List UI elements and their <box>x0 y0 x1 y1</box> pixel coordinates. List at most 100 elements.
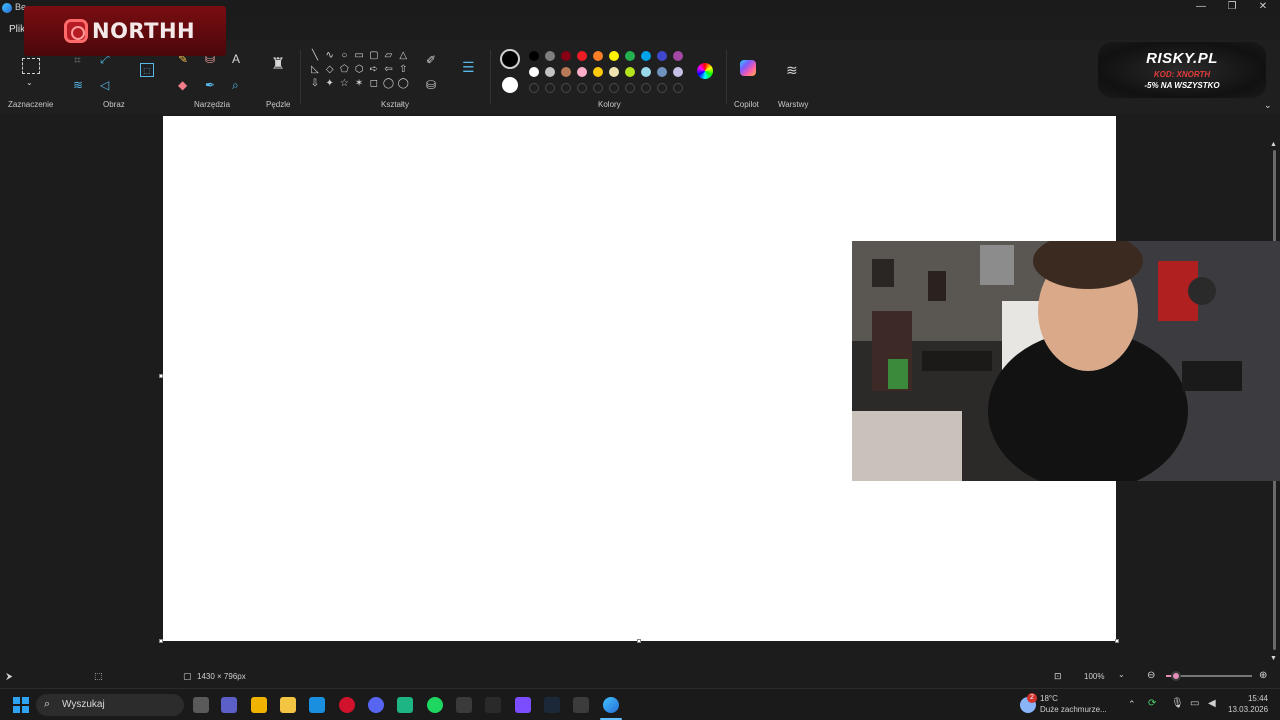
shape-option[interactable]: ∿ <box>324 50 336 61</box>
magnifier-icon[interactable]: ⌕ <box>232 78 239 92</box>
mail-icon[interactable] <box>309 697 325 713</box>
zoom-in-icon[interactable]: ⊕ <box>1259 669 1267 683</box>
discord-icon[interactable] <box>368 697 384 713</box>
background-removal-icon[interactable]: ≋ <box>73 78 83 92</box>
image-select-icon[interactable]: ⬚ <box>140 63 154 77</box>
chevron-down-icon[interactable]: ⌄ <box>26 76 33 90</box>
spotify-icon[interactable] <box>427 697 443 713</box>
palette-color-swatch[interactable] <box>673 51 683 61</box>
custom-color-slot[interactable] <box>545 83 555 93</box>
eraser-icon[interactable]: ◆ <box>178 78 187 92</box>
secondary-color-swatch[interactable] <box>502 77 518 93</box>
shape-option[interactable]: ▭ <box>353 50 365 61</box>
microsoft-store-icon[interactable] <box>251 697 267 713</box>
zoom-slider-track[interactable] <box>1166 671 1252 681</box>
shape-option[interactable]: ◯ <box>383 78 395 89</box>
shape-option[interactable]: ⇦ <box>383 64 395 75</box>
minimize-button[interactable]: — <box>1186 0 1216 16</box>
steam-icon[interactable] <box>544 697 560 713</box>
clock-time[interactable]: 15:44 <box>1246 694 1268 703</box>
custom-color-slot[interactable] <box>657 83 667 93</box>
windows-start-icon[interactable] <box>13 697 29 713</box>
color-picker-icon[interactable]: ✒ <box>205 78 215 92</box>
palette-color-swatch[interactable] <box>545 67 555 77</box>
shape-fill-icon[interactable]: ⛁ <box>426 78 436 92</box>
primary-color-swatch[interactable] <box>500 49 520 69</box>
teams-icon[interactable] <box>221 697 237 713</box>
file-menu[interactable]: Plik <box>9 24 25 35</box>
shape-option[interactable]: ◻ <box>368 78 380 89</box>
maximize-button[interactable]: ❐ <box>1217 0 1247 16</box>
canvas-resize-handle-bottom-left[interactable] <box>159 639 163 643</box>
shape-option[interactable]: ⬠ <box>338 64 350 75</box>
task-view-icon[interactable] <box>193 697 209 713</box>
copilot-icon[interactable] <box>740 60 756 76</box>
shape-option[interactable]: ▱ <box>383 50 395 61</box>
palette-color-swatch[interactable] <box>561 51 571 61</box>
palette-color-swatch[interactable] <box>641 51 651 61</box>
palette-color-swatch[interactable] <box>577 67 587 77</box>
zoom-slider-thumb[interactable] <box>1171 671 1182 681</box>
palette-color-swatch[interactable] <box>657 51 667 61</box>
edit-colors-icon[interactable] <box>697 63 713 79</box>
app-g-icon[interactable] <box>485 697 501 713</box>
palette-color-swatch[interactable] <box>577 51 587 61</box>
canvas-resize-handle-bottom[interactable] <box>637 639 641 643</box>
fit-to-window-icon[interactable]: ⊡ <box>1054 669 1062 683</box>
scroll-up-icon[interactable]: ▲ <box>1270 138 1277 152</box>
tray-overflow-icon[interactable]: ⌃ <box>1128 699 1136 710</box>
opera-icon[interactable] <box>339 697 355 713</box>
shape-option[interactable]: ⬡ <box>353 64 365 75</box>
shape-option[interactable]: ☆ <box>338 78 350 89</box>
palette-color-swatch[interactable] <box>529 67 539 77</box>
tray-sync-icon[interactable]: ⟳ <box>1148 698 1156 709</box>
palette-color-swatch[interactable] <box>561 67 571 77</box>
shape-option[interactable]: △ <box>397 50 409 61</box>
palette-color-swatch[interactable] <box>593 67 603 77</box>
brush-icon[interactable]: ♜ <box>271 57 285 73</box>
shape-option[interactable]: ◇ <box>324 64 336 75</box>
text-tool-icon[interactable]: A <box>232 52 240 66</box>
shape-option[interactable]: ◺ <box>309 64 321 75</box>
shape-option[interactable]: ⇧ <box>397 64 409 75</box>
shape-option[interactable]: ▢ <box>368 50 380 61</box>
custom-color-slot[interactable] <box>577 83 587 93</box>
custom-color-slot[interactable] <box>593 83 603 93</box>
shape-option[interactable]: ◯ <box>397 78 409 89</box>
taskbar-search[interactable]: ⌕ Wyszukaj <box>36 694 184 716</box>
shape-option[interactable]: ✦ <box>324 78 336 89</box>
display-icon[interactable]: ▭ <box>1190 698 1199 709</box>
palette-color-swatch[interactable] <box>657 67 667 77</box>
selection-rect-icon[interactable] <box>22 58 40 74</box>
close-button[interactable]: ✕ <box>1248 0 1278 16</box>
custom-color-slot[interactable] <box>625 83 635 93</box>
app-pen-icon[interactable] <box>573 697 589 713</box>
app-green-icon[interactable] <box>397 697 413 713</box>
palette-color-swatch[interactable] <box>641 67 651 77</box>
shape-option[interactable]: ➪ <box>368 64 380 75</box>
palette-color-swatch[interactable] <box>593 51 603 61</box>
palette-color-swatch[interactable] <box>609 51 619 61</box>
palette-color-swatch[interactable] <box>529 51 539 61</box>
speaker-icon[interactable]: ◀ <box>1208 698 1216 709</box>
zoom-out-icon[interactable]: ⊖ <box>1147 669 1155 683</box>
app-purple-icon[interactable] <box>515 697 531 713</box>
palette-color-swatch[interactable] <box>609 67 619 77</box>
shape-outline-icon[interactable]: ✐ <box>426 53 436 67</box>
shape-option[interactable]: ○ <box>338 50 350 61</box>
scroll-down-icon[interactable]: ▼ <box>1270 652 1277 666</box>
rotate-icon[interactable]: ◁ <box>100 78 109 92</box>
palette-color-swatch[interactable] <box>625 51 635 61</box>
microphone-icon[interactable]: 🎙 <box>1171 698 1184 709</box>
paint-taskbar-icon[interactable] <box>603 697 619 713</box>
canvas-resize-handle-left[interactable] <box>159 374 163 378</box>
custom-color-slot[interactable] <box>561 83 571 93</box>
shape-option[interactable]: ✶ <box>353 78 365 89</box>
file-explorer-icon[interactable] <box>280 697 296 713</box>
clock-date[interactable]: 13.03.2026 <box>1228 705 1268 714</box>
palette-color-swatch[interactable] <box>673 67 683 77</box>
palette-color-swatch[interactable] <box>545 51 555 61</box>
ribbon-collapse-icon[interactable]: ⌄ <box>1264 98 1272 112</box>
canvas-resize-handle-corner[interactable] <box>1115 639 1119 643</box>
custom-color-slot[interactable] <box>529 83 539 93</box>
